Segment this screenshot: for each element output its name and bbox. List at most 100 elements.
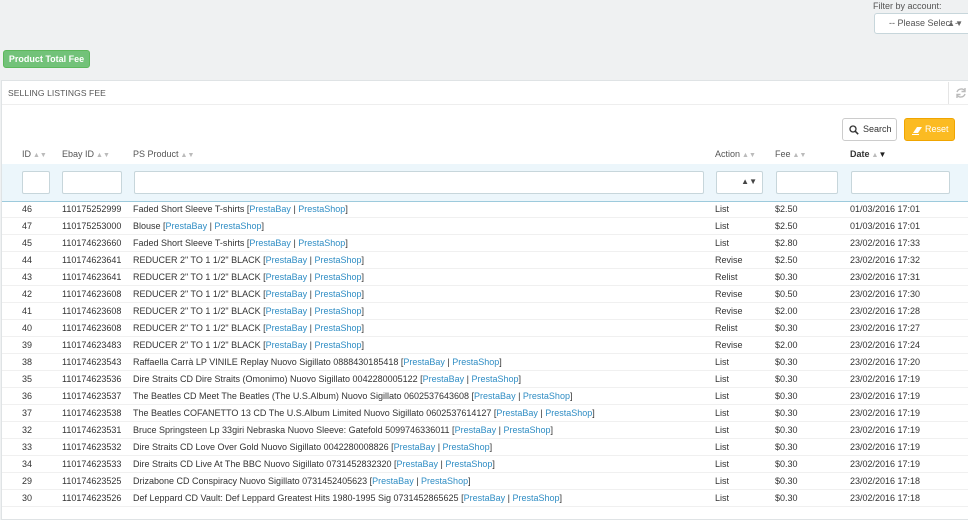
prestashop-link[interactable]: PrestaShop — [452, 357, 499, 367]
table-row[interactable]: 40 110174623608 REDUCER 2" TO 1 1/2" BLACK… — [2, 320, 968, 337]
table-row[interactable]: 33 110174623532 Dire Straits CD Love Over … — [2, 439, 968, 456]
table-row[interactable]: 45 110174623660 Faded Short Sleeve T-shirt… — [2, 235, 968, 252]
prestabay-link[interactable]: PrestaBay — [397, 459, 439, 469]
prestabay-link[interactable]: PrestaBay — [249, 238, 291, 248]
prestabay-link[interactable]: PrestaBay — [266, 323, 308, 333]
prestashop-link[interactable]: PrestaShop — [503, 425, 550, 435]
filter-ps-product-input[interactable] — [134, 171, 704, 194]
table-row[interactable]: 34 110174623533 Dire Straits CD Live At Th… — [2, 456, 968, 473]
column-header-id[interactable]: ID ▲▼ — [22, 149, 47, 159]
column-header-fee[interactable]: Fee ▲▼ — [775, 149, 806, 159]
reset-button[interactable]: Reset — [904, 118, 955, 141]
product-name: REDUCER 2" TO 1 1/2" BLACK — [133, 306, 261, 316]
cell-date: 23/02/2016 17:19 — [850, 391, 921, 401]
product-name: REDUCER 2" TO 1 1/2" BLACK — [133, 272, 261, 282]
product-total-fee-button[interactable]: Product Total Fee — [3, 50, 90, 68]
prestashop-link[interactable]: PrestaShop — [421, 476, 468, 486]
product-name: REDUCER 2" TO 1 1/2" BLACK — [133, 289, 261, 299]
prestabay-link[interactable]: PrestaBay — [496, 408, 538, 418]
table-row[interactable]: 39 110174623483 REDUCER 2" TO 1 1/2" BLACK… — [2, 337, 968, 354]
prestabay-link[interactable]: PrestaBay — [266, 255, 308, 265]
prestabay-link[interactable]: PrestaBay — [474, 391, 516, 401]
table-row[interactable]: 29 110174623525 Drizabone CD Conspiracy Nu… — [2, 473, 968, 490]
sort-arrows-icon[interactable]: ▲▼ — [793, 152, 807, 159]
table-row[interactable]: 37 110174623538 The Beatles COFANETTO 13 C… — [2, 405, 968, 422]
table-row[interactable]: 35 110174623536 Dire Straits CD Dire Strai… — [2, 371, 968, 388]
cell-date: 23/02/2016 17:30 — [850, 289, 921, 299]
sort-arrows-icon[interactable]: ▲▼ — [181, 152, 195, 159]
prestashop-link[interactable]: PrestaShop — [445, 459, 492, 469]
prestashop-link[interactable]: PrestaShop — [315, 255, 362, 265]
sort-arrows-icon[interactable]: ▲▼ — [33, 152, 47, 159]
cell-id: 44 — [22, 255, 33, 265]
prestashop-link[interactable]: PrestaShop — [214, 221, 261, 231]
prestashop-link[interactable]: PrestaShop — [298, 238, 345, 248]
filter-date-input[interactable] — [851, 171, 950, 194]
cell-ps-product: Blouse [PrestaBay | PrestaShop] — [133, 221, 264, 231]
prestashop-link[interactable]: PrestaShop — [315, 289, 362, 299]
column-header-ebay-id[interactable]: Ebay ID ▲▼ — [62, 149, 110, 159]
table-row[interactable]: 41 110174623608 REDUCER 2" TO 1 1/2" BLACK… — [2, 303, 968, 320]
cell-fee: $0.50 — [775, 289, 798, 299]
table-row[interactable]: 38 110174623543 Raffaella Carrà LP VINILE … — [2, 354, 968, 371]
prestashop-link[interactable]: PrestaShop — [472, 374, 519, 384]
prestabay-link[interactable]: PrestaBay — [455, 425, 497, 435]
cell-ebay-id: 110174623483 — [62, 340, 122, 350]
prestabay-link[interactable]: PrestaBay — [249, 204, 291, 214]
prestashop-link[interactable]: PrestaShop — [315, 306, 362, 316]
filter-ebay-id-input[interactable] — [62, 171, 122, 194]
prestabay-link[interactable]: PrestaBay — [266, 306, 308, 316]
column-header-date[interactable]: Date ▲▼ — [850, 149, 886, 159]
table-row[interactable]: 47 110175253000 Blouse [PrestaBay | Presta… — [2, 218, 968, 235]
prestabay-link[interactable]: PrestaBay — [464, 493, 506, 503]
cell-date: 23/02/2016 17:19 — [850, 442, 921, 452]
prestashop-link[interactable]: PrestaShop — [298, 204, 345, 214]
prestashop-link[interactable]: PrestaShop — [512, 493, 559, 503]
cell-action: List — [715, 425, 730, 435]
cell-ebay-id: 110174623608 — [62, 323, 122, 333]
prestabay-link[interactable]: PrestaBay — [166, 221, 208, 231]
cell-fee: $0.30 — [775, 374, 798, 384]
table-row[interactable]: 30 110174623526 Def Leppard CD Vault: Def … — [2, 490, 968, 507]
cell-ps-product: Dire Straits CD Dire Straits (Omonimo) N… — [133, 374, 522, 384]
cell-date: 23/02/2016 17:19 — [850, 425, 921, 435]
prestashop-link[interactable]: PrestaShop — [545, 408, 592, 418]
prestabay-link[interactable]: PrestaBay — [266, 272, 308, 282]
product-name: Dire Straits CD Dire Straits (Omonimo) N… — [133, 374, 418, 384]
prestashop-link[interactable]: PrestaShop — [523, 391, 570, 401]
table-row[interactable]: 43 110174623641 REDUCER 2" TO 1 1/2" BLACK… — [2, 269, 968, 286]
prestabay-link[interactable]: PrestaBay — [423, 374, 465, 384]
filter-id-input[interactable] — [22, 171, 50, 194]
filter-fee-input[interactable] — [776, 171, 838, 194]
prestashop-link[interactable]: PrestaShop — [443, 442, 490, 452]
column-header-ps-product[interactable]: PS Product ▲▼ — [133, 149, 194, 159]
cell-date: 23/02/2016 17:32 — [850, 255, 921, 265]
account-select[interactable]: -- Please Select -- ▲▼ — [874, 13, 968, 34]
prestabay-link[interactable]: PrestaBay — [266, 340, 308, 350]
cell-date: 23/02/2016 17:18 — [850, 493, 921, 503]
column-header-id-label: ID — [22, 149, 31, 159]
refresh-button[interactable] — [948, 82, 968, 104]
sort-arrows-icon[interactable]: ▲▼ — [96, 152, 110, 159]
cell-fee: $2.50 — [775, 221, 798, 231]
prestabay-link[interactable]: PrestaBay — [394, 442, 436, 452]
column-header-date-label: Date — [850, 149, 870, 159]
filter-by-account-label: Filter by account: — [873, 1, 942, 11]
search-button[interactable]: Search — [842, 118, 897, 141]
sort-desc-icon[interactable]: ▼ — [878, 150, 886, 159]
prestabay-link[interactable]: PrestaBay — [403, 357, 445, 367]
filter-action-select[interactable]: ▲▼ — [716, 171, 763, 194]
prestashop-link[interactable]: PrestaShop — [315, 272, 362, 282]
table-row[interactable]: 46 110175252999 Faded Short Sleeve T-shirt… — [2, 201, 968, 218]
cell-action: Relist — [715, 272, 738, 282]
table-row[interactable]: 42 110174623608 REDUCER 2" TO 1 1/2" BLACK… — [2, 286, 968, 303]
prestabay-link[interactable]: PrestaBay — [372, 476, 414, 486]
table-row[interactable]: 36 110174623537 The Beatles CD Meet The Be… — [2, 388, 968, 405]
prestabay-link[interactable]: PrestaBay — [266, 289, 308, 299]
column-header-action[interactable]: Action ▲▼ — [715, 149, 756, 159]
table-row[interactable]: 44 110174623641 REDUCER 2" TO 1 1/2" BLACK… — [2, 252, 968, 269]
table-row[interactable]: 32 110174623531 Bruce Springsteen Lp 33gir… — [2, 422, 968, 439]
sort-arrows-icon[interactable]: ▲▼ — [742, 152, 756, 159]
prestashop-link[interactable]: PrestaShop — [315, 340, 362, 350]
prestashop-link[interactable]: PrestaShop — [315, 323, 362, 333]
